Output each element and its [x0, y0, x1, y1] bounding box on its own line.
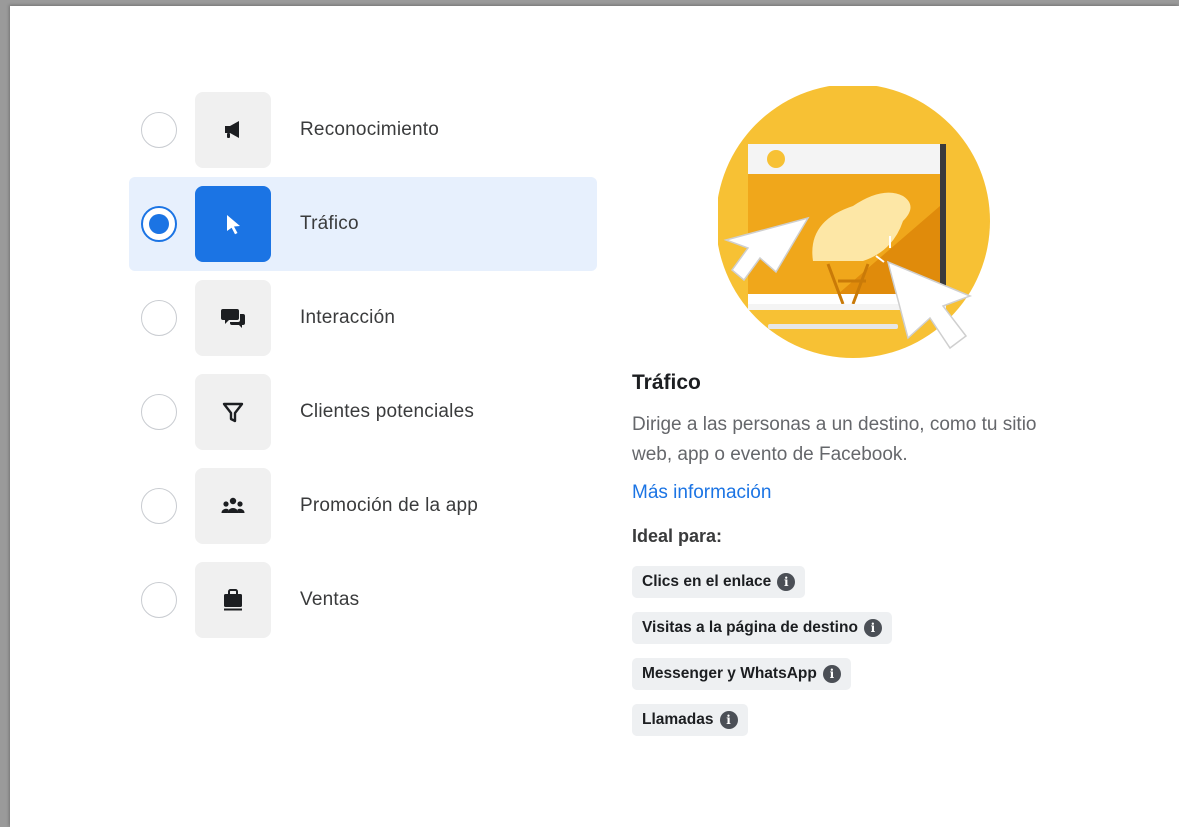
ideal-for-chips: Clics en el enlace i Visitas a la página …: [632, 566, 892, 750]
objective-row-trafico[interactable]: Tráfico: [129, 177, 597, 271]
objective-dialog: Reconocimiento Tráfico Interacción Clien…: [10, 6, 1179, 827]
chip-label: Visitas a la página de destino: [642, 619, 858, 636]
objective-label: Reconocimiento: [300, 119, 440, 140]
people-icon: [195, 468, 271, 544]
objective-label: Interacción: [300, 307, 396, 328]
chip-link-clicks: Clics en el enlace i: [632, 566, 806, 598]
funnel-icon: [195, 374, 271, 450]
chip-calls: Llamadas i: [632, 704, 748, 736]
objective-label: Clientes potenciales: [300, 401, 475, 422]
detail-description: Dirige a las personas a un destino, como…: [632, 414, 1037, 465]
chip-landing-page-views: Visitas a la página de destino i: [632, 612, 892, 644]
info-icon[interactable]: i: [719, 711, 738, 729]
objective-label: Tráfico: [300, 213, 359, 234]
detail-title: Tráfico: [632, 371, 701, 394]
objective-list: Reconocimiento Tráfico Interacción Clien…: [129, 83, 597, 647]
info-icon[interactable]: i: [822, 665, 841, 683]
objective-radio[interactable]: [141, 488, 177, 524]
objective-radio[interactable]: [141, 582, 177, 618]
traffic-illustration: [718, 86, 990, 358]
radio-dot: [149, 214, 169, 234]
megaphone-icon: [195, 92, 271, 168]
info-icon[interactable]: i: [777, 573, 796, 591]
objective-radio[interactable]: [141, 300, 177, 336]
objective-label: Promoción de la app: [300, 495, 479, 516]
cursor-icon: [195, 186, 271, 262]
objective-label: Ventas: [300, 589, 360, 610]
objective-radio[interactable]: [141, 394, 177, 430]
objective-radio[interactable]: [141, 112, 177, 148]
objective-row-ventas[interactable]: Ventas: [129, 553, 597, 647]
objective-radio[interactable]: [141, 206, 177, 242]
info-icon[interactable]: i: [863, 619, 882, 637]
more-info-link[interactable]: Más información: [632, 482, 771, 504]
briefcase-icon: [195, 562, 271, 638]
ideal-for-heading: Ideal para:: [632, 526, 723, 546]
chip-label: Clics en el enlace: [642, 573, 772, 590]
objective-row-interaccion[interactable]: Interacción: [129, 271, 597, 365]
chat-bubbles-icon: [195, 280, 271, 356]
chip-label: Llamadas: [642, 711, 714, 728]
objective-row-promocion-app[interactable]: Promoción de la app: [129, 459, 597, 553]
chip-label: Messenger y WhatsApp: [642, 665, 817, 682]
chip-messenger-whatsapp: Messenger y WhatsApp i: [632, 658, 851, 690]
objective-row-clientes-potenciales[interactable]: Clientes potenciales: [129, 365, 597, 459]
objective-row-reconocimiento[interactable]: Reconocimiento: [129, 83, 597, 177]
